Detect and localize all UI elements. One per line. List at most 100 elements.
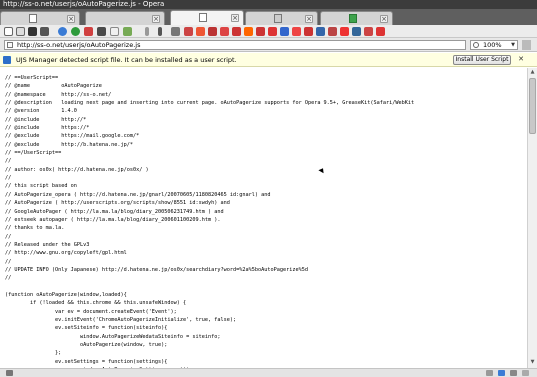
bookmark-icon[interactable] [208, 27, 217, 36]
tab-2[interactable]: × [170, 10, 244, 25]
close-tab-icon[interactable]: × [67, 15, 75, 23]
code-line: // AutoPagerize_opera ( http://d.hatena.… [5, 191, 271, 198]
address-field[interactable]: http://ss-o.net/userjs/oAutoPagerize.js [4, 40, 466, 50]
code-line: // ==UserScript== [5, 75, 59, 81]
close-tab-icon[interactable]: × [231, 14, 239, 22]
page-icon [7, 42, 13, 48]
close-tab-icon[interactable]: × [380, 15, 388, 23]
chevron-down-icon: ▼ [511, 42, 515, 48]
status-icon[interactable] [522, 370, 529, 376]
bookmark-icon[interactable] [364, 27, 373, 36]
page-icon [274, 14, 282, 23]
bookmark-icon[interactable] [244, 27, 253, 36]
bookmark-icon[interactable] [184, 27, 193, 36]
tab-4[interactable]: × [320, 11, 393, 25]
vertical-scrollbar[interactable]: ▲ ▼ [527, 68, 537, 368]
bookmark-icon[interactable] [316, 27, 325, 36]
reload-icon[interactable] [58, 27, 67, 36]
bookmark-icon[interactable] [220, 27, 229, 36]
tab-1[interactable]: × [0, 11, 80, 25]
pencil-icon[interactable] [158, 27, 162, 36]
code-line: // [5, 233, 12, 240]
code-line: // author: os0x( http://d.hatena.ne.jp/o… [5, 166, 149, 173]
window-titlebar: http://ss-o.net/userjs/oAutoPagerize.js … [0, 0, 537, 9]
page-icon [199, 13, 207, 22]
code-line: ev.initEvent('ChromeAutoPagerizeInitiali… [5, 316, 237, 323]
bookmark-icon[interactable] [280, 27, 289, 36]
code-line: // AutoPagerize ( http://userscripts.org… [5, 200, 230, 207]
code-line: // [5, 175, 12, 182]
code-line: // @version 1.4.0 [5, 108, 77, 115]
back-icon[interactable] [28, 27, 37, 36]
code-line: // ==/UserScript== [5, 150, 62, 157]
code-line: // @include https://* [5, 125, 90, 132]
panel-toggle-icon[interactable] [6, 370, 13, 376]
code-line: // Released under the GPLv3 [5, 241, 90, 248]
note-icon[interactable] [110, 27, 119, 36]
code-line: if (!loaded && this.chrome && this.unsaf… [5, 300, 187, 307]
close-tab-icon[interactable]: × [305, 15, 313, 23]
status-icon[interactable] [486, 370, 493, 376]
stop-icon[interactable] [84, 27, 93, 36]
user-icon[interactable] [171, 27, 180, 36]
home-icon[interactable] [71, 27, 80, 36]
bookmark-icon[interactable] [340, 27, 349, 36]
panel-icon[interactable] [97, 27, 106, 36]
page-menu-icon[interactable] [4, 27, 13, 36]
bookmark-icon[interactable] [352, 27, 361, 36]
bookmark-icon[interactable] [196, 27, 205, 36]
status-icon[interactable] [510, 370, 517, 376]
code-line: // @namespace http://ss-o.net/ [5, 91, 112, 98]
infobar-message: UJS Manager detected script file. It can… [16, 56, 237, 64]
tab-strip: × × × × × [0, 9, 537, 25]
tab-0[interactable]: × [85, 11, 165, 25]
status-icon[interactable] [498, 370, 505, 376]
bookmark-icon[interactable] [376, 27, 385, 36]
close-tab-icon[interactable]: × [152, 15, 160, 23]
page-icon [29, 14, 37, 23]
code-line: // GoogleAutoPager ( http://la.ma.la/blo… [5, 208, 224, 215]
code-line: // http://www.gnu.org/copyleft/gpl.html [5, 250, 127, 257]
code-line: ev.setSettings = function(settings){ [5, 358, 168, 365]
code-line: // @exclude http://b.hatena.ne.jp/* [5, 141, 134, 148]
code-line: // [5, 158, 12, 165]
tools-menu-icon[interactable] [16, 27, 25, 36]
magnifier-icon [473, 42, 479, 48]
ujs-infobar: UJS Manager detected script file. It can… [0, 53, 537, 67]
forward-icon[interactable] [40, 27, 49, 36]
info-icon [3, 56, 11, 64]
code-line: // [5, 275, 12, 282]
tab-3[interactable]: × [245, 11, 318, 25]
bookmark-icon[interactable] [328, 27, 337, 36]
bookmark-icon[interactable] [292, 27, 301, 36]
bookmark-icon[interactable] [304, 27, 313, 36]
code-line: // @include http://* [5, 116, 87, 123]
code-line: // thanks to ma.la. [5, 225, 65, 232]
scroll-down-icon[interactable]: ▼ [529, 359, 536, 366]
address-text: http://ss-o.net/userjs/oAutoPagerize.js [17, 41, 141, 49]
code-line: var ev = document.createEvent('Event'); [5, 308, 177, 315]
bookmark-icon[interactable] [268, 27, 277, 36]
main-toolbar [0, 25, 537, 38]
code-line: (function oAutoPagerize(window,loaded){ [5, 291, 127, 298]
window-title: http://ss-o.net/userjs/oAutoPagerize.js … [3, 0, 165, 8]
feed-icon[interactable] [123, 27, 132, 36]
code-line: }; [5, 350, 62, 357]
page-icon [349, 14, 357, 23]
bookmark-icon[interactable] [256, 27, 265, 36]
close-icon[interactable]: ✕ [516, 55, 526, 65]
page-content: // ==UserScript==// @name oAutoPagerize /… [0, 68, 527, 368]
install-user-script-button[interactable]: Install User Script [453, 55, 511, 65]
code-line: // this script based on [5, 183, 77, 190]
zoom-select[interactable]: 100% ▼ [470, 40, 518, 50]
zoom-value: 100% [483, 41, 502, 49]
scroll-up-icon[interactable]: ▲ [529, 69, 536, 76]
pen-icon[interactable] [145, 27, 149, 36]
menu-icon[interactable] [522, 40, 531, 50]
scroll-thumb[interactable] [529, 78, 536, 134]
address-toolbar: http://ss-o.net/userjs/oAutoPagerize.js … [0, 38, 537, 52]
bookmark-icon[interactable] [232, 27, 241, 36]
code-line: // estseek autopager ( http://la.ma.la/b… [5, 216, 221, 223]
code-line: // @exclude https://mail.google.com/* [5, 133, 140, 140]
